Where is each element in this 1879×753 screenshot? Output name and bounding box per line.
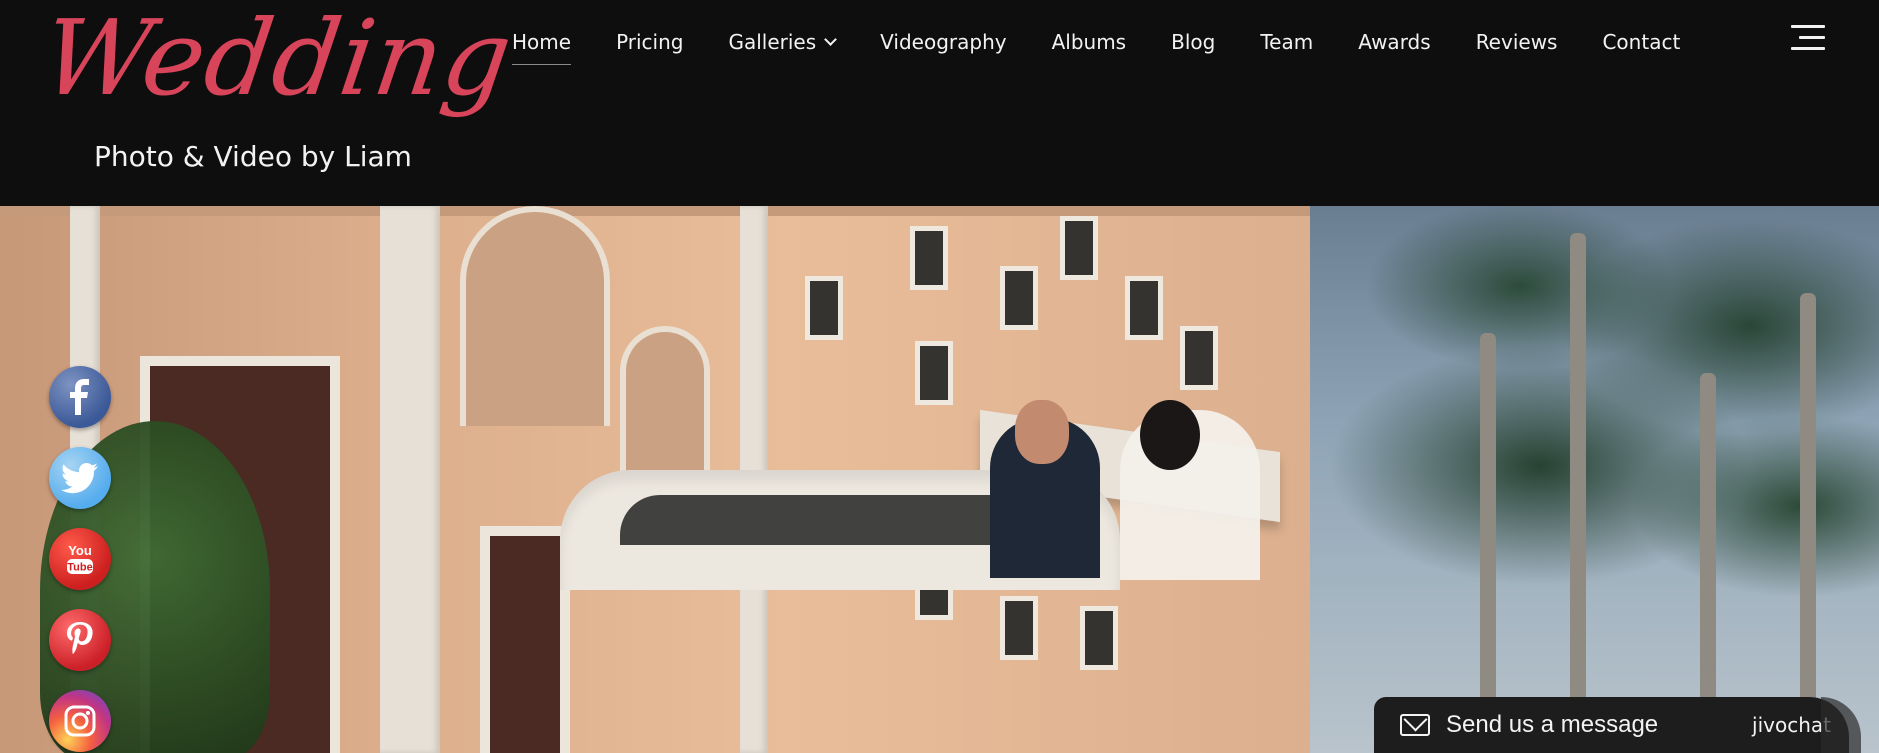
- nav-item-galleries[interactable]: Galleries: [728, 22, 838, 62]
- hero-palms: [1280, 206, 1879, 753]
- hero-pilaster: [380, 206, 440, 753]
- hero-window: [915, 341, 953, 405]
- nav-item-albums[interactable]: Albums: [1052, 22, 1127, 62]
- pinterest-icon[interactable]: [49, 609, 111, 671]
- nav-item-awards-label: Awards: [1358, 30, 1431, 54]
- main-nav: Home Pricing Galleries Videography Album…: [512, 22, 1725, 65]
- hero-palm-trunk: [1800, 293, 1816, 753]
- hero-palm-trunk: [1570, 233, 1586, 753]
- nav-item-blog-label: Blog: [1171, 30, 1216, 54]
- facebook-icon[interactable]: [49, 366, 111, 428]
- site-header: Wedding Photo & Video by Liam Home Prici…: [0, 0, 1879, 206]
- chat-widget[interactable]: Send us a message jivochat: [1374, 697, 1861, 753]
- hero-palm-trunk: [1480, 333, 1496, 753]
- hero-building-top: [0, 206, 1310, 216]
- hero-window: [1060, 216, 1098, 280]
- pinterest-glyph: [67, 622, 93, 654]
- twitter-glyph: [61, 463, 98, 494]
- chevron-down-icon: [824, 32, 838, 46]
- hero-window: [1125, 276, 1163, 340]
- nav-item-blog[interactable]: Blog: [1171, 22, 1215, 62]
- nav-item-home[interactable]: Home: [512, 22, 572, 65]
- hero-car-window: [620, 495, 1040, 545]
- nav-item-galleries-label: Galleries: [728, 30, 817, 54]
- nav-item-reviews-label: Reviews: [1475, 30, 1558, 54]
- nav-item-awards[interactable]: Awards: [1358, 22, 1430, 62]
- chat-brand: jivochat: [1752, 713, 1831, 737]
- hero-window: [1180, 326, 1218, 390]
- logo-script-text: Wedding: [35, 0, 520, 119]
- hero-window: [1000, 596, 1038, 660]
- site-logo[interactable]: Wedding Photo & Video by Liam: [35, 0, 519, 176]
- youtube-glyph-you: You: [68, 543, 92, 558]
- nav-item-pricing-label: Pricing: [616, 30, 684, 54]
- hero-groom-head: [1015, 400, 1069, 464]
- nav-item-pricing[interactable]: Pricing: [616, 22, 683, 62]
- hero-arch: [460, 206, 610, 426]
- hero-palm-trunk: [1700, 373, 1716, 753]
- nav-item-contact-label: Contact: [1602, 30, 1681, 54]
- hero-window: [1080, 606, 1118, 670]
- hero-window: [805, 276, 843, 340]
- hamburger-line: [1799, 36, 1825, 39]
- hero-window: [910, 226, 948, 290]
- hero-bride-hair: [1140, 400, 1200, 470]
- hamburger-line: [1791, 25, 1825, 28]
- logo-subtitle: Photo & Video by Liam: [94, 140, 412, 173]
- youtube-icon[interactable]: You Tube: [49, 528, 111, 590]
- hero-couple: [980, 400, 1300, 580]
- hamburger-line: [1791, 47, 1825, 50]
- nav-item-team[interactable]: Team: [1260, 22, 1313, 62]
- nav-item-reviews[interactable]: Reviews: [1476, 22, 1558, 62]
- hamburger-icon[interactable]: [1791, 25, 1825, 51]
- nav-item-home-label: Home: [512, 30, 572, 54]
- youtube-glyph-tube: Tube: [67, 562, 92, 574]
- nav-item-contact[interactable]: Contact: [1602, 22, 1680, 62]
- chat-label: Send us a message: [1446, 711, 1659, 738]
- instagram-glyph: [64, 705, 96, 737]
- nav-item-team-label: Team: [1260, 30, 1314, 54]
- nav-item-videography[interactable]: Videography: [880, 22, 1006, 62]
- facebook-glyph: [70, 379, 89, 415]
- envelope-icon: [1400, 714, 1430, 736]
- hero-door: [480, 526, 570, 753]
- twitter-icon[interactable]: [49, 447, 111, 509]
- youtube-glyph: You Tube: [67, 543, 93, 574]
- nav-item-albums-label: Albums: [1051, 30, 1127, 54]
- instagram-icon[interactable]: [49, 690, 111, 752]
- hero-window: [1000, 266, 1038, 330]
- nav-item-videography-label: Videography: [880, 30, 1007, 54]
